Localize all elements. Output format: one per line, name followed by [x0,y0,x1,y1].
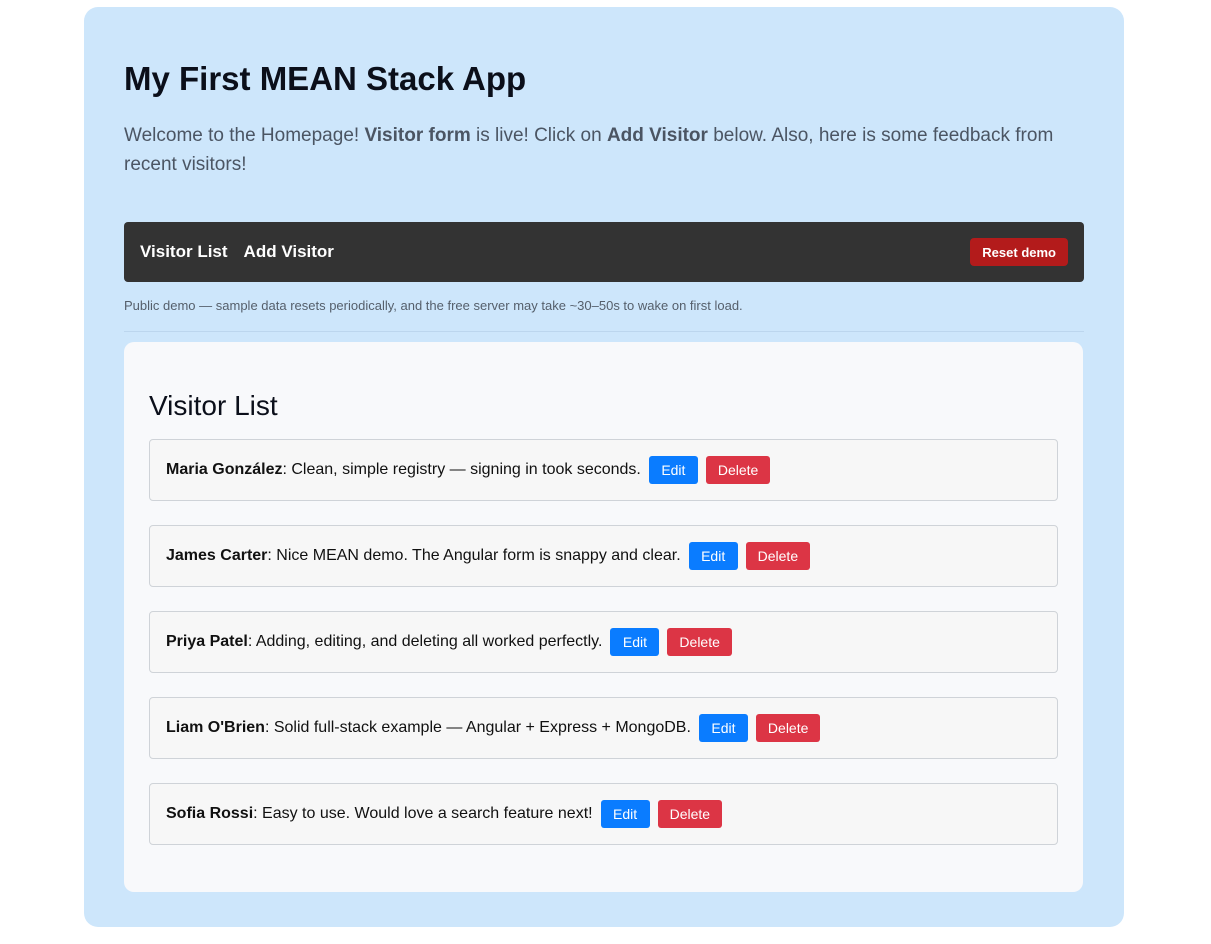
nav-link-visitor-list[interactable]: Visitor List [140,242,228,262]
list-item: Maria González : Clean, simple registry … [149,439,1058,501]
welcome-bold-add-visitor: Add Visitor [606,125,708,146]
list-item: Priya Patel : Adding, editing, and delet… [149,611,1058,673]
list-item: Liam O'Brien : Solid full-stack example … [149,697,1058,759]
nav-link-add-visitor[interactable]: Add Visitor [244,242,334,262]
visitor-message: : Adding, editing, and deleting all work… [247,633,603,650]
edit-button[interactable]: Edit [698,714,748,742]
visitor-message: : Clean, simple registry — signing in to… [282,461,641,478]
demo-note: Public demo — sample data resets periodi… [124,298,743,313]
welcome-bold-visitor-form: Visitor form [364,125,471,146]
visitor-name: Sofia Rossi [166,805,254,822]
visitor-message: : Easy to use. Would love a search featu… [253,805,593,822]
page-title: My First MEAN Stack App [124,60,527,97]
delete-button[interactable]: Delete [745,542,811,570]
visitor-name: Priya Patel [166,633,248,650]
visitor-list-title: Visitor List [149,390,278,421]
edit-button[interactable]: Edit [688,542,738,570]
delete-button[interactable]: Delete [657,800,723,828]
edit-button[interactable]: Edit [648,456,698,484]
visitor-list-card: Visitor List Maria González : Clean, sim… [124,342,1083,892]
welcome-part-1: Welcome to the Homepage! [124,125,365,146]
delete-button[interactable]: Delete [755,714,821,742]
visitor-name: Maria González [166,461,283,478]
welcome-part-2: is live! Click on [470,125,607,146]
divider [124,331,1084,332]
app-container: My First MEAN Stack App Welcome to the H… [84,7,1124,927]
reset-demo-button[interactable]: Reset demo [970,238,1068,266]
list-item: Sofia Rossi : Easy to use. Would love a … [149,783,1058,845]
edit-button[interactable]: Edit [610,628,660,656]
edit-button[interactable]: Edit [600,800,650,828]
visitor-name: James Carter [166,547,268,564]
welcome-text: Welcome to the Homepage! Visitor form is… [124,121,1084,179]
visitor-message: : Solid full-stack example — Angular + E… [264,719,691,736]
visitor-message: : Nice MEAN demo. The Angular form is sn… [267,547,681,564]
delete-button[interactable]: Delete [705,456,771,484]
visitor-name: Liam O'Brien [166,719,265,736]
list-item: James Carter : Nice MEAN demo. The Angul… [149,525,1058,587]
visitor-list: Maria González : Clean, simple registry … [149,439,1058,845]
navbar: Visitor List Add Visitor Reset demo [124,222,1084,282]
delete-button[interactable]: Delete [667,628,732,656]
